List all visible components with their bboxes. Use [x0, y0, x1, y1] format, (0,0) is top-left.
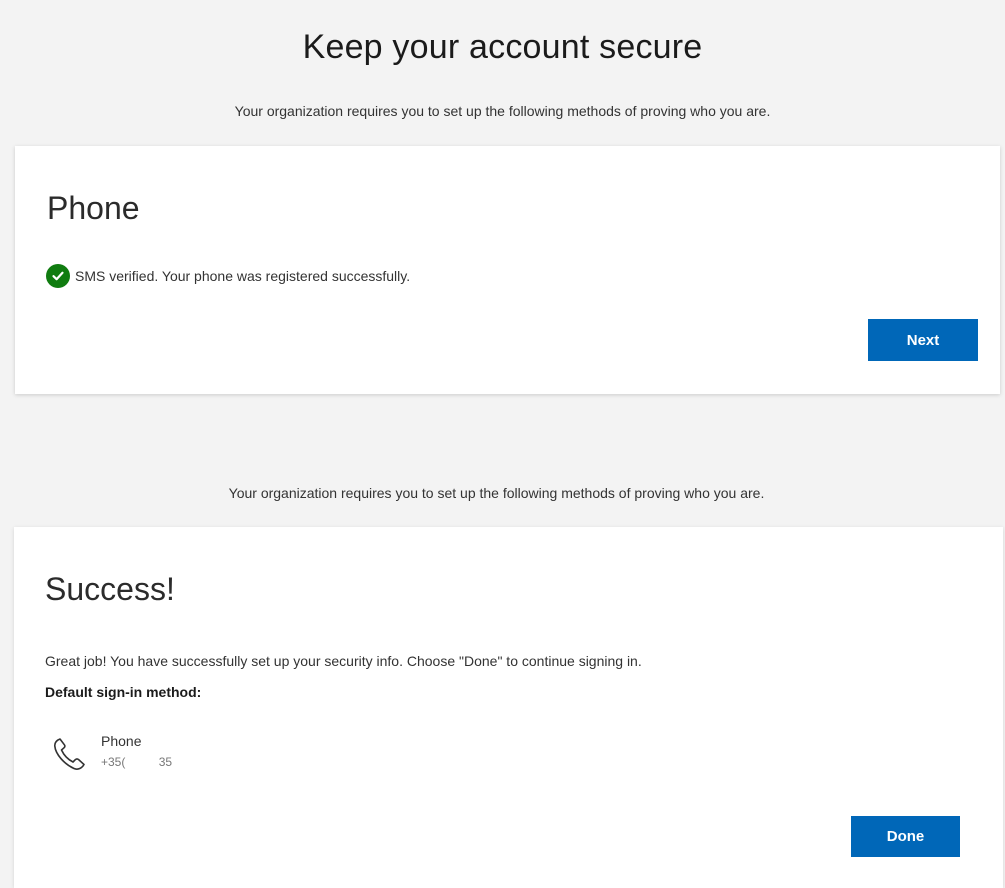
next-button[interactable]: Next [868, 319, 978, 361]
success-card-heading: Success! [45, 571, 175, 607]
sms-verified-text: SMS verified. Your phone was registered … [75, 268, 411, 284]
method-name: Phone [101, 733, 142, 749]
success-message: Great job! You have successfully set up … [45, 653, 642, 669]
phone-card: Phone SMS verified. Your phone was regis… [15, 146, 1000, 394]
phone-card-heading: Phone [47, 190, 140, 226]
method-text: Phone +35( 35 [101, 732, 172, 771]
success-card: Success! Great job! You have successfull… [14, 527, 1003, 888]
page-title: Keep your account secure [302, 28, 703, 66]
method-phone-number: +35( 35 [101, 755, 173, 769]
default-method-label: Default sign-in method: [45, 684, 202, 700]
security-setup-page: Keep your account secure Your organizati… [0, 0, 1005, 888]
done-button[interactable]: Done [851, 816, 960, 857]
second-subtitle: Your organization requires you to set up… [228, 485, 765, 501]
sms-verified-status: SMS verified. Your phone was registered … [46, 264, 410, 288]
check-circle-icon [46, 264, 70, 288]
default-method-item: Phone +35( 35 [51, 732, 172, 773]
phone-icon [51, 735, 89, 773]
page-subtitle: Your organization requires you to set up… [234, 103, 771, 119]
